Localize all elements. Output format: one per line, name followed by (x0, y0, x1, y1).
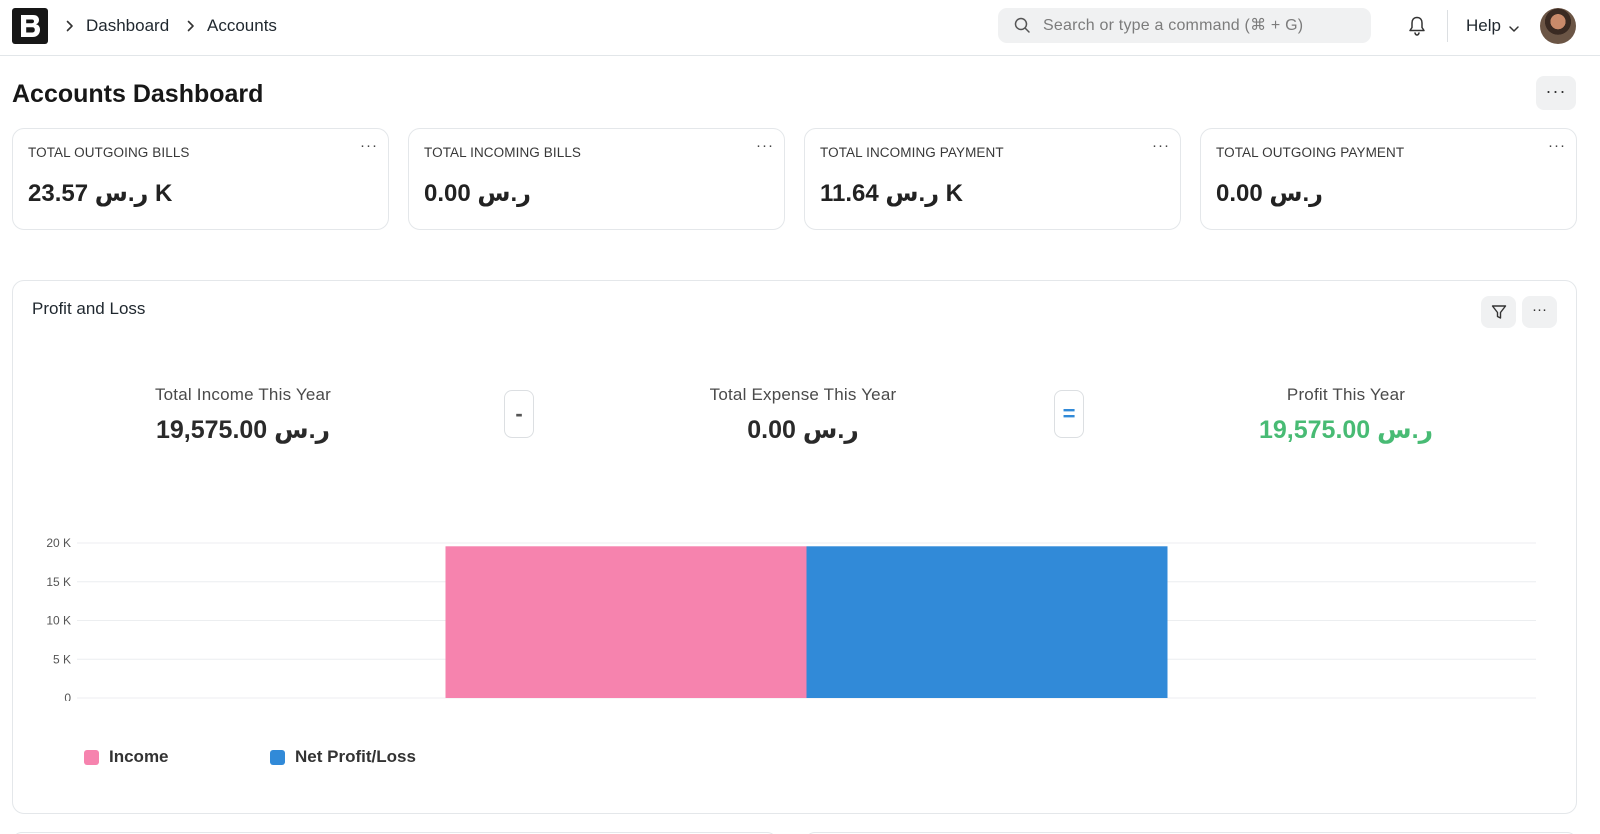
legend-label-income[interactable]: Income (109, 747, 169, 767)
number-card-total-incoming-bills: TOTAL INCOMING BILLS ··· 0.00 ر.س (408, 128, 785, 230)
help-dropdown[interactable]: Help (1466, 16, 1501, 36)
y-axis-tick-label: 20 K (46, 536, 71, 550)
card-label: TOTAL INCOMING BILLS (424, 145, 582, 160)
summary-income-value: 19,575.00 ر.س (155, 416, 330, 444)
bar-income[interactable] (445, 546, 807, 698)
profit-and-loss-chart-card: Profit and Loss ··· Total Income This Ye… (12, 280, 1577, 814)
summary-expense-value: 0.00 ر.س (747, 416, 859, 444)
user-avatar[interactable] (1540, 8, 1576, 44)
chart-title: Profit and Loss (32, 299, 146, 318)
navbar-divider (1447, 10, 1448, 42)
chevron-right-icon (185, 17, 197, 35)
app-logo[interactable] (12, 8, 48, 44)
profit-loss-bar-chart: 05 K10 K15 K20 K2026 (46, 536, 1536, 701)
search-input[interactable]: Search or type a command (⌘ + G) (1043, 16, 1303, 35)
breadcrumb-accounts[interactable]: Accounts (207, 16, 277, 36)
minus-operator: - (504, 390, 534, 438)
legend-label-net-profit-loss[interactable]: Net Profit/Loss (295, 747, 416, 767)
number-card-total-incoming-payment: TOTAL INCOMING PAYMENT ··· 11.64 ر.س K (804, 128, 1181, 230)
y-axis-tick-label: 10 K (46, 614, 71, 628)
number-card-total-outgoing-payment: TOTAL OUTGOING PAYMENT ··· 0.00 ر.س (1200, 128, 1577, 230)
breadcrumb-dashboard[interactable]: Dashboard (86, 16, 169, 36)
number-card-total-outgoing-bills: TOTAL OUTGOING BILLS ··· 23.57 ر.س K (12, 128, 389, 230)
search-icon (1014, 17, 1031, 39)
summary-income-label: Total Income This Year (154, 385, 332, 404)
card-menu-button[interactable]: ··· (1548, 138, 1566, 154)
card-label: TOTAL OUTGOING BILLS (28, 145, 190, 160)
search-bar[interactable]: Search or type a command (⌘ + G) (998, 8, 1371, 43)
chevron-down-icon (1508, 21, 1520, 39)
equals-operator: = (1054, 390, 1084, 438)
bar-net-profit-loss[interactable] (806, 546, 1168, 698)
summary-profit-value: 19,575.00 ر.س (1258, 416, 1433, 444)
logo-icon (21, 15, 40, 37)
filter-button[interactable] (1481, 296, 1516, 328)
navbar: Dashboard Accounts Search or type a comm… (0, 0, 1600, 56)
card-label: TOTAL INCOMING PAYMENT (820, 145, 1004, 160)
card-value: 23.57 ر.س K (28, 180, 173, 207)
summary-profit-label: Profit This Year (1286, 385, 1406, 404)
card-menu-button[interactable]: ··· (360, 138, 378, 154)
card-value: 0.00 ر.س (1216, 180, 1323, 207)
page-menu-button[interactable]: ··· (1536, 76, 1576, 110)
card-value: 11.64 ر.س K (820, 180, 964, 207)
notification-bell-icon[interactable] (1407, 15, 1427, 42)
y-axis-tick-label: 15 K (46, 575, 71, 589)
legend-swatch-income (84, 750, 99, 765)
page-title: Accounts Dashboard (12, 80, 264, 108)
y-axis-tick-label: 5 K (53, 652, 71, 666)
filter-icon (1491, 305, 1506, 319)
chart-menu-button[interactable]: ··· (1522, 296, 1557, 328)
y-axis-tick-label: 0 (64, 691, 71, 701)
legend-swatch-net-profit-loss (270, 750, 285, 765)
card-value: 0.00 ر.س (424, 180, 531, 207)
card-menu-button[interactable]: ··· (756, 138, 774, 154)
card-menu-button[interactable]: ··· (1152, 138, 1170, 154)
summary-expense-label: Total Expense This Year (709, 385, 897, 404)
card-label: TOTAL OUTGOING PAYMENT (1216, 145, 1405, 160)
chevron-right-icon (64, 17, 76, 35)
